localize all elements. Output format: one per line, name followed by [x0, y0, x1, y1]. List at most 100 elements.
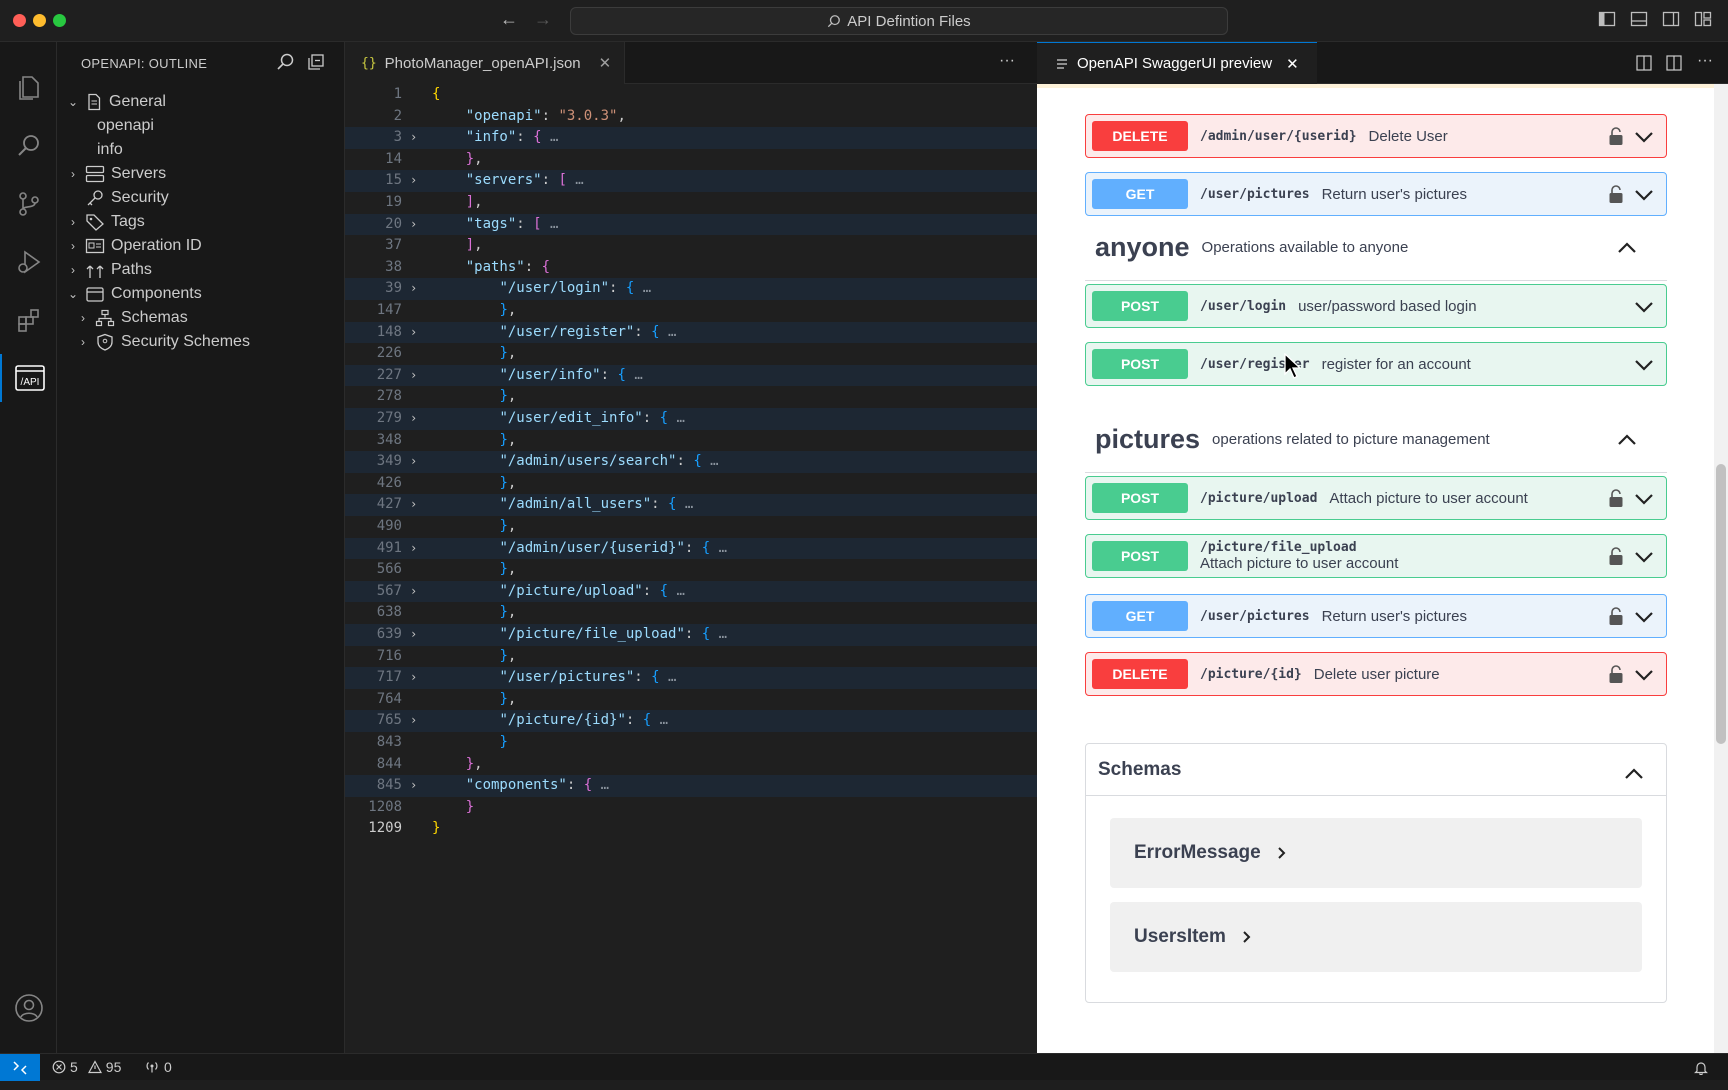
preview-scrollbar[interactable] [1714, 84, 1728, 1053]
operation-post[interactable]: POST/picture/upload Attach picture to use… [1085, 476, 1667, 520]
tab-photomanager-json[interactable]: {} PhotoManager_openAPI.json ✕ [345, 42, 625, 84]
operation-delete[interactable]: DELETE/picture/{id} Delete user picture [1085, 652, 1667, 696]
chevron-down-icon[interactable] [1634, 130, 1654, 148]
code-line[interactable]: 491 › "/admin/user/{userid}": { … [345, 537, 1037, 560]
forward-arrow-icon[interactable]: → [534, 9, 552, 30]
toggle-panel-icon[interactable] [1630, 10, 1648, 28]
lock-icon[interactable] [1608, 664, 1624, 689]
chevron-up-icon[interactable] [1617, 241, 1637, 259]
toggle-primary-sidebar-icon[interactable] [1598, 10, 1616, 28]
tab-swaggerui-preview[interactable]: OpenAPI SwaggerUI preview ✕ [1037, 42, 1317, 84]
split-editor-icon[interactable] [1665, 54, 1683, 72]
close-window-button[interactable] [13, 14, 26, 27]
open-source-icon[interactable] [1635, 54, 1653, 72]
notifications-bell-icon[interactable] [1694, 1060, 1708, 1075]
chevron-down-icon[interactable] [1634, 492, 1654, 510]
command-center-search[interactable]: API Defintion Files [570, 7, 1228, 35]
back-arrow-icon[interactable]: ← [500, 9, 518, 30]
code-line[interactable]: 638 }, [345, 602, 1037, 624]
chevron-up-icon[interactable] [1624, 764, 1644, 786]
code-line[interactable]: 349 › "/admin/users/search": { … [345, 451, 1037, 473]
code-line[interactable]: 426 }, [345, 473, 1037, 495]
explorer-icon[interactable] [0, 64, 57, 112]
fold-chevron-icon[interactable]: › [410, 170, 417, 192]
code-line[interactable]: 147 }, [345, 300, 1037, 322]
code-line[interactable]: 148 › "/user/register": { … [345, 321, 1037, 344]
outline-item-schemas[interactable]: › Schemas [75, 305, 188, 331]
fold-chevron-icon[interactable]: › [410, 667, 417, 689]
customize-layout-icon[interactable] [1694, 10, 1712, 28]
lock-icon[interactable] [1608, 546, 1624, 571]
operation-post[interactable]: POST/user/login user/password based login [1085, 284, 1667, 328]
schema-model[interactable]: UsersItem [1110, 902, 1642, 972]
outline-item-tags[interactable]: › Tags [65, 209, 145, 235]
lock-icon[interactable] [1608, 184, 1624, 209]
fold-chevron-icon[interactable]: › [410, 624, 417, 646]
minimize-window-button[interactable] [33, 14, 46, 27]
operation-delete[interactable]: DELETE/admin/user/{userid} Delete User [1085, 114, 1667, 158]
outline-item-security-schemes[interactable]: › Security Schemes [75, 329, 250, 355]
maximize-window-button[interactable] [53, 14, 66, 27]
code-line[interactable]: 279 › "/user/edit_info": { … [345, 408, 1037, 430]
code-line[interactable]: 1208 } [345, 797, 1037, 819]
code-line[interactable]: 845 › "components": { … [345, 775, 1037, 797]
outline-item-info[interactable]: info [97, 137, 123, 163]
code-line[interactable]: 716 }, [345, 646, 1037, 668]
run-debug-icon[interactable] [0, 238, 57, 286]
fold-chevron-icon[interactable]: › [410, 775, 417, 797]
fold-chevron-icon[interactable]: › [410, 322, 417, 344]
account-icon[interactable] [0, 984, 57, 1032]
openapi-icon[interactable]: /API [0, 354, 57, 402]
code-line[interactable]: 38 "paths": { [345, 257, 1037, 279]
fold-chevron-icon[interactable]: › [410, 278, 417, 300]
code-line[interactable]: 15 › "servers": [ … [345, 170, 1037, 192]
code-line[interactable]: 490 }, [345, 516, 1037, 538]
chevron-down-icon[interactable] [1634, 188, 1654, 206]
code-line[interactable]: 844 }, [345, 754, 1037, 776]
chevron-up-icon[interactable] [1617, 433, 1637, 451]
outline-item-paths[interactable]: › Paths [65, 257, 152, 283]
code-line[interactable]: 764 }, [345, 689, 1037, 711]
chevron-down-icon[interactable] [1634, 668, 1654, 686]
toggle-secondary-sidebar-icon[interactable] [1662, 10, 1680, 28]
outline-item-security[interactable]: Security [85, 185, 169, 211]
code-line[interactable]: 278 }, [345, 386, 1037, 408]
code-line[interactable]: 1{ [345, 84, 1037, 106]
code-line[interactable]: 427 › "/admin/all_users": { … [345, 494, 1037, 516]
operation-post[interactable]: POST/picture/file_upload Attach picture t… [1085, 534, 1667, 578]
code-line[interactable]: 39 › "/user/login": { … [345, 278, 1037, 300]
schema-model[interactable]: ErrorMessage [1110, 818, 1642, 888]
outline-item-general[interactable]: ⌄ General [65, 89, 166, 115]
chevron-down-icon[interactable] [1634, 358, 1654, 376]
operation-get[interactable]: GET/user/pictures Return user's pictures [1085, 594, 1667, 638]
code-line[interactable]: 19 ], [345, 192, 1037, 214]
chevron-down-icon[interactable] [1634, 550, 1654, 568]
code-line[interactable]: 3 › "info": { … [345, 127, 1037, 149]
code-line[interactable]: 717 › "/user/pictures": { … [345, 667, 1037, 689]
code-line[interactable]: 348 }, [345, 430, 1037, 452]
fold-chevron-icon[interactable]: › [410, 127, 417, 149]
tag-section-anyone[interactable]: anyone Operations available to anyone [1085, 215, 1667, 281]
code-line[interactable]: 37 ], [345, 235, 1037, 257]
outline-item-operation-id[interactable]: › Operation ID [65, 233, 202, 259]
code-line[interactable]: 2 "openapi": "3.0.3", [345, 106, 1037, 128]
operation-get[interactable]: GET/user/pictures Return user's pictures [1085, 172, 1667, 216]
more-actions-icon[interactable]: ··· [1697, 52, 1713, 70]
more-actions-icon[interactable]: ··· [999, 52, 1015, 70]
schemas-header[interactable]: Schemas [1086, 744, 1666, 796]
fold-chevron-icon[interactable]: › [410, 365, 417, 387]
fold-chevron-icon[interactable]: › [410, 710, 417, 732]
remote-indicator[interactable] [0, 1054, 40, 1081]
fold-chevron-icon[interactable]: › [410, 581, 417, 603]
outline-item-openapi[interactable]: openapi [97, 113, 154, 139]
lock-icon[interactable] [1608, 606, 1624, 631]
code-line[interactable]: 1209} [345, 818, 1037, 840]
fold-chevron-icon[interactable]: › [410, 538, 417, 560]
outline-item-components[interactable]: ⌄ Components [65, 281, 202, 307]
code-line[interactable]: 227 › "/user/info": { … [345, 364, 1037, 387]
close-icon[interactable]: ✕ [1286, 55, 1299, 73]
ports-indicator[interactable]: 0 [144, 1059, 172, 1075]
fold-chevron-icon[interactable]: › [410, 408, 417, 430]
search-icon[interactable] [0, 122, 57, 170]
tag-section-pictures[interactable]: pictures operations related to picture ma… [1085, 407, 1667, 473]
